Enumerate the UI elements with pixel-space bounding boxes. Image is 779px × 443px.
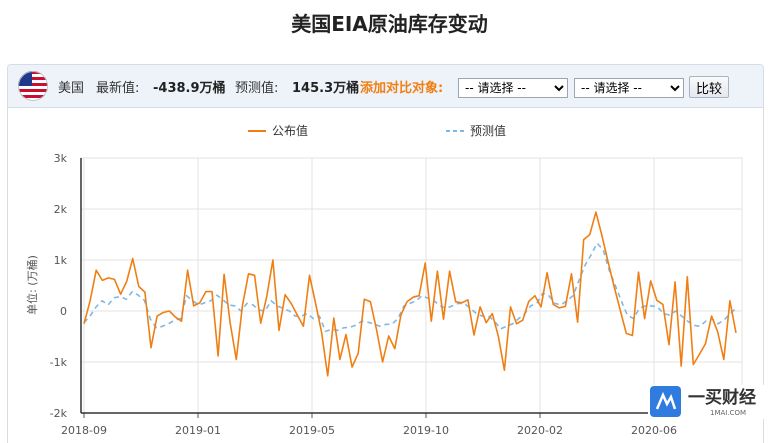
- x-tick-label: 2019-05: [289, 424, 335, 437]
- y-tick-label: 0: [60, 305, 67, 318]
- logo-name: 一买财经: [688, 387, 756, 408]
- series-line-actual: [83, 211, 737, 377]
- plot-frame: [80, 157, 743, 414]
- logo-url: 1MAI.COM: [710, 409, 746, 417]
- x-tick-label: 2018-09: [61, 424, 107, 437]
- line-chart: -2k -1k 0 1k 2k 3k 2018-09 2019-01 2019-05 2019-1…: [25, 123, 743, 437]
- site-logo: 一买财经 1MAI.COM: [648, 385, 779, 419]
- y-axis-label: 单位: (万桶): [25, 255, 39, 315]
- y-tick-label: 3k: [54, 152, 68, 165]
- y-tick-label: -2k: [50, 407, 68, 420]
- x-tick-label: 2020-06: [631, 424, 677, 437]
- y-tick-label: 1k: [54, 254, 68, 267]
- x-tick-label: 2019-10: [403, 424, 449, 437]
- y-tick-label: -1k: [50, 356, 68, 369]
- legend-label: 预测值: [470, 123, 506, 138]
- x-tick-label: 2020-02: [517, 424, 563, 437]
- y-tick-label: 2k: [54, 203, 68, 216]
- legend-label: 公布值: [272, 123, 308, 138]
- x-tick-label: 2019-01: [175, 424, 221, 437]
